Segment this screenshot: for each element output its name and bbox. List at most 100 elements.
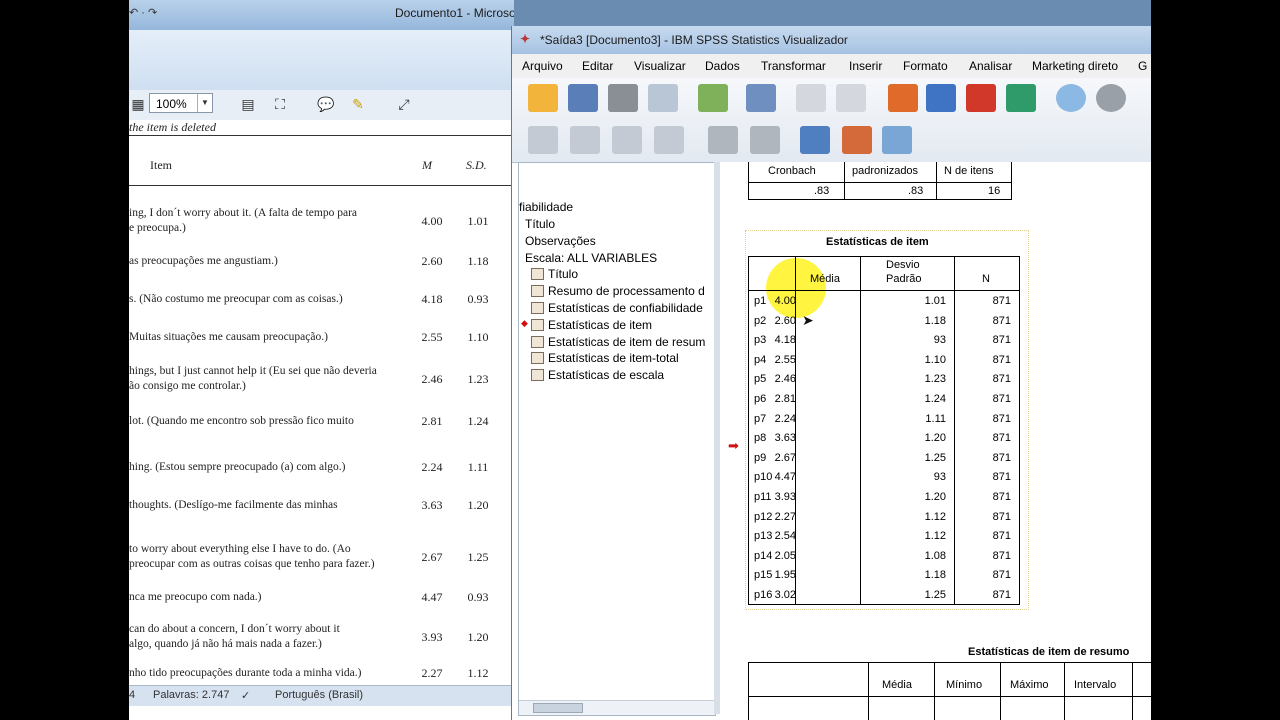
export-icon[interactable] — [698, 84, 728, 112]
item-n[interactable]: 871 — [993, 491, 1011, 503]
item-mean[interactable]: 2.24 — [775, 413, 796, 425]
outline-item[interactable]: Título — [525, 217, 555, 231]
outline-item[interactable]: Escala: ALL VARIABLES — [525, 251, 657, 265]
goto-data-icon[interactable] — [888, 84, 918, 112]
use-variable-sets-icon[interactable] — [1056, 84, 1086, 112]
show-all-variables-icon[interactable] — [1096, 84, 1126, 112]
promote-icon[interactable] — [528, 126, 558, 154]
outline-child[interactable]: Estatísticas de item-total — [531, 351, 679, 365]
item-n[interactable]: 871 — [993, 432, 1011, 444]
item-sd[interactable]: 1.11 — [925, 413, 946, 425]
item-label[interactable]: p7 — [754, 413, 766, 425]
item-label[interactable]: p13 — [754, 530, 772, 542]
status-language[interactable]: Português (Brasil) — [275, 689, 363, 701]
outline-horizontal-scrollbar[interactable] — [519, 700, 715, 715]
item-mean[interactable]: 4.18 — [775, 334, 796, 346]
item-label[interactable]: p4 — [754, 354, 766, 366]
outline-item[interactable]: Observações — [525, 234, 596, 248]
item-n[interactable]: 871 — [993, 471, 1011, 483]
print-icon[interactable] — [608, 84, 638, 112]
outline-child[interactable]: Resumo de processamento d — [531, 284, 705, 298]
item-sd[interactable]: 1.18 — [925, 569, 946, 581]
menu-inserir[interactable]: Inserir — [849, 59, 882, 73]
layout-icon[interactable]: ▤ — [239, 95, 257, 113]
redo-icon[interactable] — [836, 84, 866, 112]
item-sd[interactable]: 1.20 — [925, 432, 946, 444]
item-sd[interactable]: 1.10 — [925, 354, 946, 366]
item-sd[interactable]: 1.25 — [925, 589, 946, 601]
item-n[interactable]: 871 — [993, 393, 1011, 405]
item-sd[interactable]: 1.12 — [925, 511, 946, 523]
menu-graficos[interactable]: G — [1138, 59, 1147, 73]
outline-root[interactable]: fiabilidade — [519, 200, 573, 214]
item-mean[interactable]: 2.67 — [775, 452, 796, 464]
item-mean[interactable]: 4.47 — [775, 471, 796, 483]
item-mean[interactable]: 3.02 — [775, 589, 796, 601]
variables-icon[interactable] — [1006, 84, 1036, 112]
item-n[interactable]: 871 — [993, 589, 1011, 601]
collapse-minus-icon[interactable] — [654, 126, 684, 154]
item-label[interactable]: p5 — [754, 373, 766, 385]
item-n[interactable]: 871 — [993, 511, 1011, 523]
menu-transformar[interactable]: Transformar — [761, 59, 826, 73]
scroll-thumb[interactable] — [533, 703, 583, 713]
item-n[interactable]: 871 — [993, 354, 1011, 366]
item-mean[interactable]: 2.05 — [775, 550, 796, 562]
insert-heading-icon[interactable] — [800, 126, 830, 154]
outline-child[interactable]: Estatísticas de confiabilidade — [531, 301, 703, 315]
outline-child[interactable]: Título — [531, 267, 578, 281]
outline-child-selected[interactable]: Estatísticas de item — [531, 318, 652, 332]
item-sd[interactable]: 1.23 — [925, 373, 946, 385]
item-sd[interactable]: 1.24 — [925, 393, 946, 405]
item-n[interactable]: 871 — [993, 550, 1011, 562]
item-sd[interactable]: 93 — [934, 334, 946, 346]
item-label[interactable]: p14 — [754, 550, 772, 562]
item-mean[interactable]: 3.63 — [775, 432, 796, 444]
page-icon[interactable]: ▦ — [129, 95, 147, 113]
quick-access-toolbar[interactable]: ↶ · ↷ — [129, 6, 157, 19]
edit-comment-icon[interactable]: ✎ — [349, 95, 367, 113]
item-mean[interactable]: 2.60 — [775, 315, 796, 327]
item-sd[interactable]: 1.18 — [925, 315, 946, 327]
item-sd[interactable]: 1.12 — [925, 530, 946, 542]
item-label[interactable]: p1 — [754, 295, 766, 307]
item-n[interactable]: 871 — [993, 413, 1011, 425]
item-mean[interactable]: 2.27 — [775, 511, 796, 523]
spellcheck-icon[interactable]: ✓ — [241, 689, 250, 702]
item-label[interactable]: p8 — [754, 432, 766, 444]
item-n[interactable]: 871 — [993, 569, 1011, 581]
fullscreen-icon[interactable]: ⛶ — [271, 95, 289, 113]
expand-plus-icon[interactable] — [612, 126, 642, 154]
item-stats-table[interactable]: Média Desvio Padrão N p1 4.00 1.01 871 p2 2.6… — [748, 256, 1020, 605]
item-sd[interactable]: 1.01 — [925, 295, 946, 307]
menu-arquivo[interactable]: Arquivo — [522, 59, 563, 73]
hide-icon[interactable] — [750, 126, 780, 154]
save-icon[interactable] — [568, 84, 598, 112]
goto-variable-icon[interactable] — [966, 84, 996, 112]
item-mean[interactable]: 2.55 — [775, 354, 796, 366]
goto-case-icon[interactable] — [926, 84, 956, 112]
menu-dados[interactable]: Dados — [705, 59, 740, 73]
item-label[interactable]: p12 — [754, 511, 772, 523]
insert-title-icon[interactable] — [842, 126, 872, 154]
item-label[interactable]: p11 — [754, 491, 772, 503]
output-content-pane[interactable]: Cronbach padronizados N de itens .83 .83… — [720, 162, 1151, 720]
item-label[interactable]: p6 — [754, 393, 766, 405]
insert-text-icon[interactable] — [882, 126, 912, 154]
status-words[interactable]: Palavras: 2.747 — [153, 689, 229, 701]
item-label[interactable]: p9 — [754, 452, 766, 464]
expand-icon[interactable]: ⤢ — [395, 95, 413, 113]
item-n[interactable]: 871 — [993, 530, 1011, 542]
word-document[interactable]: the item is deleted Item M S.D. ing, I d… — [129, 120, 514, 685]
menu-analisar[interactable]: Analisar — [969, 59, 1012, 73]
item-mean[interactable]: 3.93 — [775, 491, 796, 503]
item-n[interactable]: 871 — [993, 373, 1011, 385]
menu-editar[interactable]: Editar — [582, 59, 613, 73]
menu-formato[interactable]: Formato — [903, 59, 948, 73]
item-label[interactable]: p16 — [754, 589, 772, 601]
item-n[interactable]: 871 — [993, 452, 1011, 464]
open-folder-icon[interactable] — [528, 84, 558, 112]
outline-child[interactable]: Estatísticas de item de resum — [531, 335, 705, 349]
dialog-recall-icon[interactable] — [746, 84, 776, 112]
item-label[interactable]: p2 — [754, 315, 766, 327]
